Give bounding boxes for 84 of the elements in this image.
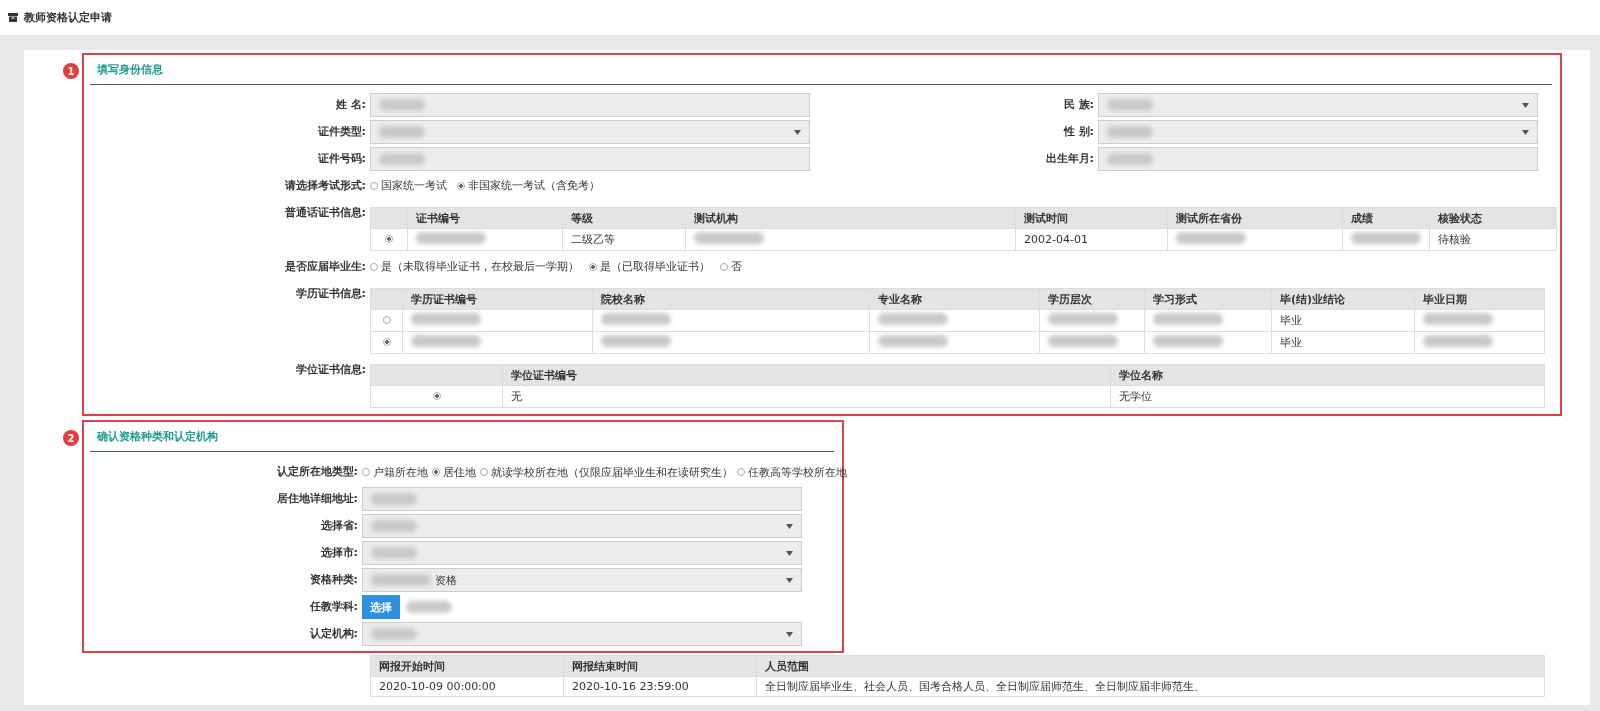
caret-icon — [786, 631, 793, 637]
field-label: 性 别: — [1062, 124, 1095, 140]
input-field[interactable] — [362, 487, 802, 511]
field-label: 普通话证书信息: — [283, 205, 367, 221]
select-field[interactable] — [1098, 120, 1538, 144]
column-header: 毕业日期 — [1414, 288, 1545, 310]
table-cell: 待核验 — [1429, 228, 1557, 251]
page-title: 教师资格认定申请 — [24, 10, 112, 25]
column-header: 学历层次 — [1039, 288, 1145, 310]
radio-option[interactable]: 非国家统一考试（含免考） — [457, 174, 600, 198]
radio-option[interactable]: 是（已取得毕业证书） — [589, 255, 710, 279]
field-value: 资格 — [435, 572, 457, 588]
field-label: 出生年月: — [1044, 151, 1095, 167]
caret-icon — [794, 129, 801, 135]
field-label: 任教学科: — [308, 599, 359, 615]
table-cell: 2002-04-01 — [1015, 228, 1168, 251]
radio-option[interactable]: 居住地 — [432, 460, 476, 484]
field-label: 民 族: — [1062, 97, 1095, 113]
number-badge: 2 — [63, 430, 79, 446]
column-header: 证书编号 — [407, 207, 563, 229]
row-radio[interactable] — [432, 392, 441, 400]
table-cell: 2020-10-09 00:00:00 — [370, 676, 564, 697]
column-header: 院校名称 — [592, 288, 870, 310]
field-label: 认定机构: — [308, 626, 359, 642]
table-cell: 2020-10-16 23:59:00 — [563, 676, 757, 697]
input-field[interactable] — [1098, 147, 1538, 171]
radio-option[interactable]: 是（未取得毕业证书，在校最后一学期） — [370, 255, 579, 279]
field-label: 学历证书信息: — [294, 286, 367, 302]
row-radio[interactable] — [382, 338, 391, 346]
column-header: 毕(结)业结论 — [1271, 288, 1415, 310]
table-cell: 毕业 — [1271, 309, 1415, 332]
column-header: 等级 — [562, 207, 686, 229]
table-cell: 毕业 — [1271, 331, 1415, 354]
caret-icon — [786, 550, 793, 556]
caret-icon — [1522, 102, 1529, 108]
radio-option[interactable]: 就读学校所在地（仅限应届毕业生和在读研究生） — [480, 460, 733, 484]
caret-icon — [786, 577, 793, 583]
field-label: 选择市: — [319, 545, 359, 561]
field-label: 请选择考试形式: — [283, 178, 367, 194]
column-header: 测试机构 — [685, 207, 1016, 229]
section-title: 确认资格种类和认定机构 — [96, 429, 219, 445]
select-field[interactable] — [362, 622, 802, 646]
select-field[interactable]: 资格 — [362, 568, 802, 592]
input-field[interactable] — [370, 147, 810, 171]
table-cell: 无学位 — [1110, 385, 1545, 408]
field-label: 姓 名: — [334, 97, 367, 113]
caret-icon — [786, 523, 793, 529]
field-label: 学位证书信息: — [294, 362, 367, 378]
row-radio[interactable] — [382, 316, 391, 324]
radio-option[interactable]: 否 — [720, 255, 742, 279]
table-cell: 二级乙等 — [562, 228, 686, 251]
column-header: 网报结束时间 — [563, 655, 757, 677]
column-header: 学历证书编号 — [402, 288, 593, 310]
radio-option[interactable]: 户籍所在地 — [362, 460, 428, 484]
column-header: 学位证书编号 — [502, 364, 1111, 386]
input-field[interactable] — [370, 93, 810, 117]
select-field[interactable] — [362, 514, 802, 538]
table-cell: 无 — [502, 385, 1111, 408]
column-header: 专业名称 — [869, 288, 1040, 310]
column-header: 网报开始时间 — [370, 655, 564, 677]
column-header: 学位名称 — [1110, 364, 1545, 386]
field-label: 是否应届毕业生: — [283, 259, 367, 275]
field-label: 居住地详细地址: — [275, 491, 359, 507]
section-title: 填写身份信息 — [96, 62, 164, 78]
row-radio[interactable] — [385, 235, 393, 243]
column-header: 成绩 — [1342, 207, 1430, 229]
caret-icon — [1522, 129, 1529, 135]
field-label: 证件类型: — [316, 124, 367, 140]
select-field[interactable] — [1098, 93, 1538, 117]
field-label: 资格种类: — [308, 572, 359, 588]
archive-icon — [8, 13, 18, 22]
column-header: 核验状态 — [1429, 207, 1557, 229]
number-badge: 1 — [63, 63, 79, 79]
table-cell: 全日制应届毕业生、社会人员、国考合格人员、全日制应届师范生、全日制应届非师范生、 — [756, 676, 1545, 697]
select-field[interactable] — [370, 120, 810, 144]
radio-option[interactable]: 国家统一考试 — [370, 174, 447, 198]
field-label: 证件号码: — [316, 151, 367, 167]
column-header: 学习形式 — [1144, 288, 1272, 310]
column-header: 人员范围 — [756, 655, 1545, 677]
select-field[interactable] — [362, 541, 802, 565]
column-header: 测试所在省份 — [1167, 207, 1343, 229]
field-label: 选择省: — [319, 518, 359, 534]
column-header: 测试时间 — [1015, 207, 1168, 229]
field-label: 认定所在地类型: — [275, 464, 359, 480]
